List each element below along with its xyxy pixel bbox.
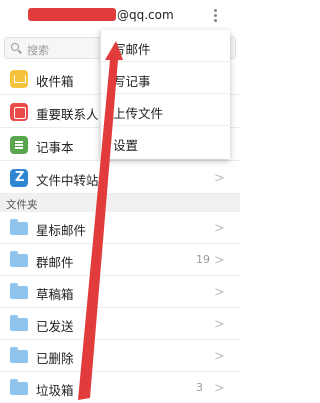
annotation-arrow [78, 41, 123, 400]
annotation-arrow-shaft [78, 60, 118, 400]
annotation-arrow-head [105, 41, 123, 60]
mail-app-screen: @qq.com 搜索 收件箱 重要联系人 记事本 文件中转站 > 文件夹 星标邮… [0, 0, 240, 403]
